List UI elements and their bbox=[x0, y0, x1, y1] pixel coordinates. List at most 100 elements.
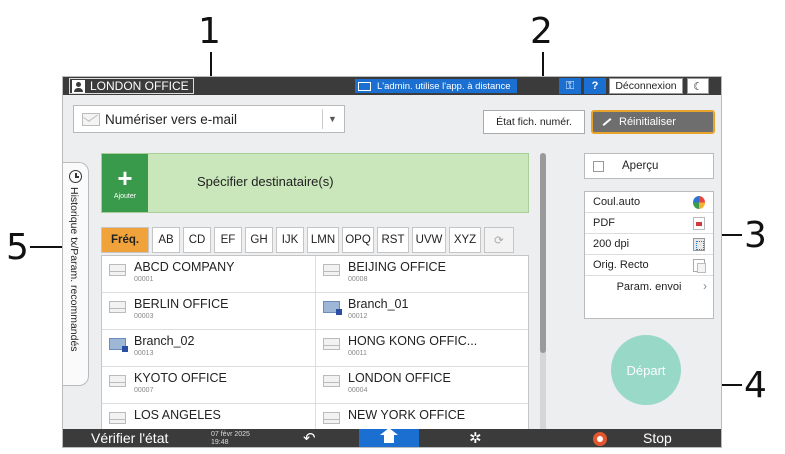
scan-settings-panel: Aperçu Coul.auto PDF 200 dpi Orig. Recto… bbox=[584, 153, 714, 327]
tab-gh[interactable]: GH bbox=[245, 227, 273, 253]
callout-number-5: 5 bbox=[6, 227, 29, 268]
destination-name: Branch_01 bbox=[348, 297, 409, 311]
mail-icon bbox=[109, 301, 126, 313]
setting-color-mode[interactable]: Coul.auto bbox=[585, 192, 713, 213]
bottom-bar: Vérifier l'état 07 févr 2025 19:48 ↶ ✲ S… bbox=[63, 428, 721, 447]
stop-button[interactable]: Stop bbox=[643, 430, 672, 446]
list-item[interactable]: Branch_01 00012 bbox=[316, 293, 528, 330]
destination-number: 00012 bbox=[348, 313, 368, 320]
tab-opq[interactable]: OPQ bbox=[342, 227, 374, 253]
list-item[interactable]: Branch_02 00013 bbox=[102, 330, 316, 367]
preview-checkbox[interactable] bbox=[593, 160, 604, 172]
refresh-button[interactable]: ⟳ bbox=[484, 227, 514, 253]
destination-scrollbar[interactable] bbox=[540, 153, 546, 438]
envelope-icon bbox=[82, 112, 100, 126]
mail-icon bbox=[109, 412, 126, 424]
reset-button[interactable]: Réinitialiser bbox=[591, 110, 715, 134]
date-text: 07 févr 2025 bbox=[211, 431, 250, 438]
mail-icon bbox=[109, 375, 126, 387]
setting-file-type[interactable]: PDF bbox=[585, 213, 713, 234]
stop-icon[interactable] bbox=[593, 432, 607, 446]
destination-number: 00001 bbox=[134, 276, 154, 283]
list-item[interactable]: HONG KONG OFFIC... 00011 bbox=[316, 330, 528, 367]
setting-original-sides[interactable]: Orig. Recto bbox=[585, 255, 713, 276]
destination-list: ABCD COMPANY 00001 BEIJING OFFICE 00008 BE… bbox=[101, 255, 529, 442]
help-button[interactable]: ? bbox=[584, 78, 606, 94]
time-text: 19:48 bbox=[211, 439, 229, 446]
logged-in-user[interactable]: LONDON OFFICE bbox=[69, 78, 194, 94]
monitor-icon bbox=[358, 81, 371, 91]
pdf-icon bbox=[693, 217, 705, 230]
device-screen: LONDON OFFICE L'admin. utilise l'app. à … bbox=[62, 76, 722, 448]
energy-saver-button[interactable]: ☾ bbox=[687, 78, 709, 94]
scan-file-status-button[interactable]: État fich. numér. bbox=[483, 110, 585, 134]
key-button[interactable]: ⚿ bbox=[559, 78, 581, 94]
tab-frequent[interactable]: Fréq. bbox=[101, 227, 149, 253]
destination-number: 00004 bbox=[348, 387, 368, 394]
tab-rst[interactable]: RST bbox=[377, 227, 409, 253]
tab-uvw[interactable]: UVW bbox=[412, 227, 446, 253]
user-label: LONDON OFFICE bbox=[90, 79, 189, 93]
add-destination-button[interactable]: + Ajouter bbox=[102, 154, 148, 212]
destination-panel: + Ajouter Spécifier destinataire(s) Fréq… bbox=[95, 147, 535, 442]
destination-number: 00003 bbox=[134, 313, 154, 320]
scan-file-status-label: État fich. numér. bbox=[496, 116, 572, 128]
list-item[interactable]: LONDON OFFICE 00004 bbox=[316, 367, 528, 404]
start-button[interactable]: Départ bbox=[611, 335, 681, 405]
scrollbar-thumb[interactable] bbox=[540, 153, 546, 353]
tab-ijk[interactable]: IJK bbox=[276, 227, 304, 253]
callout-number-3: 3 bbox=[744, 215, 767, 256]
original-icon bbox=[693, 259, 706, 273]
list-item[interactable]: ABCD COMPANY 00001 bbox=[102, 256, 316, 293]
destination-name: LONDON OFFICE bbox=[348, 371, 451, 385]
setting-resolution[interactable]: 200 dpi bbox=[585, 234, 713, 255]
function-select-value: Numériser vers e-mail bbox=[105, 111, 238, 127]
mail-icon bbox=[109, 264, 126, 276]
color-icon bbox=[693, 196, 705, 209]
reset-label: Réinitialiser bbox=[619, 116, 676, 128]
mail-icon bbox=[323, 264, 340, 276]
tab-xyz[interactable]: XYZ bbox=[449, 227, 481, 253]
specify-destination-label: Spécifier destinataire(s) bbox=[197, 174, 334, 189]
send-settings-button[interactable]: Param. envoi › bbox=[585, 276, 713, 297]
callout-number-1: 1 bbox=[198, 11, 221, 52]
tab-lmn[interactable]: LMN bbox=[307, 227, 339, 253]
destination-name: BEIJING OFFICE bbox=[348, 260, 446, 274]
preview-toggle[interactable]: Aperçu bbox=[584, 153, 714, 179]
destination-name: KYOTO OFFICE bbox=[134, 371, 227, 385]
destination-name: Branch_02 bbox=[134, 334, 195, 348]
destination-number: 00013 bbox=[134, 350, 154, 357]
history-tab-label: Historique tx/Param. recommandés bbox=[68, 187, 80, 352]
reset-icon bbox=[601, 117, 613, 127]
list-item[interactable]: BERLIN OFFICE 00003 bbox=[102, 293, 316, 330]
tab-cd[interactable]: CD bbox=[183, 227, 211, 253]
destination-name: ABCD COMPANY bbox=[134, 260, 235, 274]
gear-icon[interactable]: ✲ bbox=[469, 429, 482, 447]
history-recommended-tab[interactable]: Historique tx/Param. recommandés bbox=[63, 162, 89, 386]
help-icon: ? bbox=[591, 80, 599, 92]
check-status-button[interactable]: Vérifier l'état bbox=[91, 430, 168, 446]
moon-icon: ☾ bbox=[693, 80, 703, 93]
list-item[interactable]: BEIJING OFFICE 00008 bbox=[316, 256, 528, 293]
resolution-icon bbox=[693, 238, 705, 251]
top-bar: LONDON OFFICE L'admin. utilise l'app. à … bbox=[63, 77, 721, 95]
mail-icon bbox=[323, 338, 340, 350]
logout-button[interactable]: Déconnexion bbox=[609, 78, 683, 94]
list-item[interactable]: KYOTO OFFICE 00007 bbox=[102, 367, 316, 404]
folder-icon bbox=[109, 338, 128, 352]
remote-operation-badge[interactable]: L'admin. utilise l'app. à distance bbox=[355, 79, 517, 93]
tab-ab[interactable]: AB bbox=[152, 227, 180, 253]
destination-name: NEW YORK OFFICE bbox=[348, 408, 466, 422]
specify-destination-bar[interactable]: + Ajouter Spécifier destinataire(s) bbox=[101, 153, 529, 213]
user-icon bbox=[72, 79, 85, 93]
chevron-down-icon[interactable]: ▼ bbox=[322, 109, 342, 129]
key-icon: ⚿ bbox=[565, 79, 575, 92]
folder-icon bbox=[323, 301, 342, 315]
function-select[interactable]: Numériser vers e-mail ▼ bbox=[73, 105, 345, 133]
tab-ef[interactable]: EF bbox=[214, 227, 242, 253]
mail-icon bbox=[323, 375, 340, 387]
preview-label: Aperçu bbox=[622, 160, 659, 172]
back-icon[interactable]: ↶ bbox=[303, 429, 316, 447]
destination-number: 00011 bbox=[348, 350, 367, 357]
home-button[interactable] bbox=[359, 428, 419, 447]
